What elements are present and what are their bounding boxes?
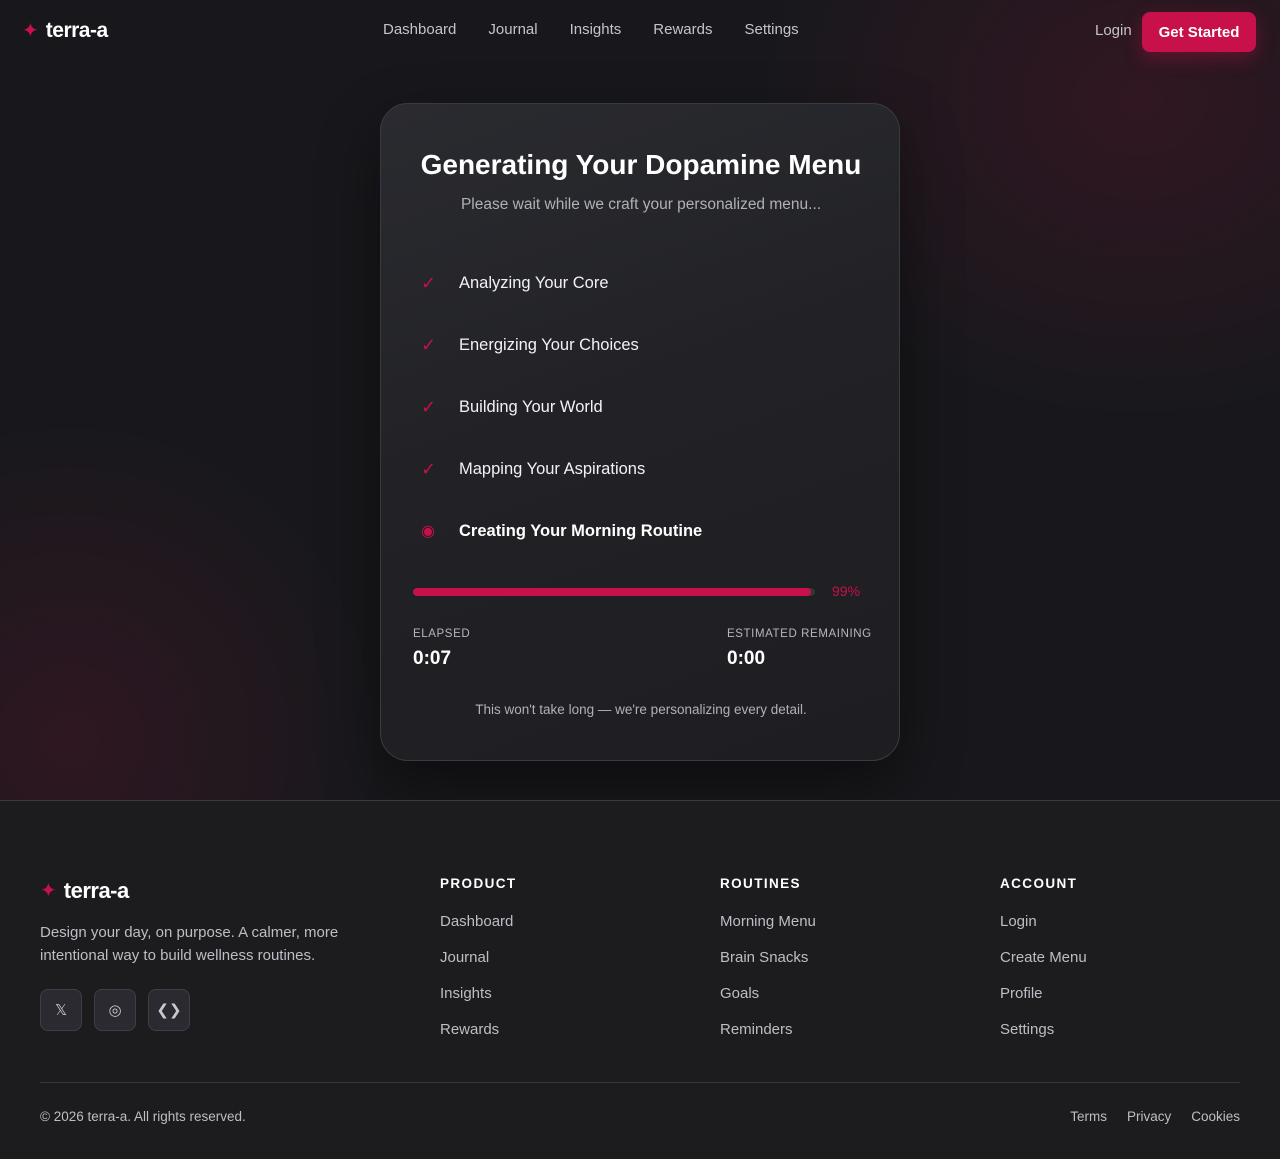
nav-link-dashboard[interactable]: Dashboard: [383, 21, 456, 38]
login-link[interactable]: Login: [1095, 22, 1132, 39]
step-label-current: Creating Your Morning Routine: [459, 521, 703, 540]
footer-link-goals[interactable]: Goals: [720, 985, 816, 1021]
step-label: Building Your World: [459, 397, 603, 416]
footer-link-reminders[interactable]: Reminders: [720, 1021, 816, 1057]
elapsed-label: ELAPSED: [413, 628, 471, 640]
step-item: ✓ Mapping Your Aspirations: [421, 438, 861, 500]
footer-brand-logo[interactable]: ✦ terra-a: [40, 878, 129, 904]
copyright-text: © 2026 terra-a. All rights reserved.: [40, 1109, 246, 1124]
footer-column-product: PRODUCT Dashboard Journal Insights Rewar…: [440, 876, 517, 1057]
footer-link-insights[interactable]: Insights: [440, 985, 517, 1021]
code-icon[interactable]: ❮❯: [148, 989, 190, 1031]
footer-column-account: ACCOUNT Login Create Menu Profile Settin…: [1000, 876, 1087, 1057]
progress-bar-fill: [413, 588, 811, 596]
step-item: ✓ Building Your World: [421, 376, 861, 438]
hero-section: ✦ terra-a Dashboard Journal Insights Rew…: [0, 0, 1280, 800]
steps-list: ✓ Analyzing Your Core ✓ Energizing Your …: [421, 252, 861, 562]
card-subtitle: Please wait while we craft your personal…: [460, 196, 822, 213]
checkmark-icon: ✓: [421, 396, 437, 417]
get-started-button[interactable]: Get Started: [1142, 12, 1256, 52]
footer-heading: ACCOUNT: [1000, 876, 1078, 891]
remaining-value: 0:00: [727, 648, 766, 669]
step-label: Energizing Your Choices: [459, 335, 639, 354]
nav-link-journal[interactable]: Journal: [488, 21, 537, 38]
top-navbar: ✦ terra-a Dashboard Journal Insights Rew…: [0, 0, 1280, 62]
card-footnote: This won't take long — we're personalizi…: [475, 702, 807, 717]
step-label: Mapping Your Aspirations: [459, 459, 646, 478]
main-nav: Dashboard Journal Insights Rewards Setti…: [383, 21, 799, 38]
footer-link-dashboard[interactable]: Dashboard: [440, 913, 517, 949]
step-item-current: ◉ Creating Your Morning Routine: [421, 500, 861, 562]
footer-link-settings[interactable]: Settings: [1000, 1021, 1087, 1057]
footer-heading: ROUTINES: [720, 876, 801, 891]
footer-heading: PRODUCT: [440, 876, 517, 891]
checkmark-icon: ✓: [421, 272, 437, 293]
progress-bar: [413, 588, 815, 596]
step-label: Analyzing Your Core: [459, 273, 609, 292]
footer-brand-name: terra-a: [63, 878, 129, 903]
in-progress-radio-icon: ◉: [421, 523, 435, 540]
terms-link[interactable]: Terms: [1070, 1109, 1107, 1124]
footer-column-routines: ROUTINES Morning Menu Brain Snacks Goals…: [720, 876, 816, 1057]
checkmark-icon: ✓: [421, 458, 437, 479]
remaining-label: ESTIMATED REMAINING: [727, 628, 872, 640]
sparkle-star-icon: ✦: [22, 20, 39, 42]
brand-name: terra-a: [45, 19, 108, 42]
footer-link-journal[interactable]: Journal: [440, 949, 517, 985]
instagram-icon[interactable]: ◎: [94, 989, 136, 1031]
site-footer: ✦ terra-a Design your day, on purpose. A…: [0, 800, 1280, 1159]
step-item: ✓ Energizing Your Choices: [421, 314, 861, 376]
footer-link-create-menu[interactable]: Create Menu: [1000, 949, 1087, 985]
x-twitter-icon[interactable]: 𝕏: [40, 989, 82, 1031]
legal-links: Terms Privacy Cookies: [1070, 1109, 1240, 1124]
footer-link-brain-snacks[interactable]: Brain Snacks: [720, 949, 816, 985]
generation-progress-card: Generating Your Dopamine Menu Please wai…: [380, 103, 900, 761]
footer-divider: [40, 1082, 1240, 1083]
elapsed-value: 0:07: [413, 648, 452, 669]
nav-link-settings[interactable]: Settings: [744, 21, 798, 38]
background-glow-bottom-left: [0, 420, 380, 800]
footer-link-login[interactable]: Login: [1000, 913, 1087, 949]
social-links: 𝕏 ◎ ❮❯: [40, 989, 190, 1031]
footer-link-morning-menu[interactable]: Morning Menu: [720, 913, 816, 949]
footer-link-rewards[interactable]: Rewards: [440, 1021, 517, 1057]
cookies-link[interactable]: Cookies: [1191, 1109, 1240, 1124]
checkmark-icon: ✓: [421, 334, 437, 355]
footer-link-profile[interactable]: Profile: [1000, 985, 1087, 1021]
sparkle-star-icon: ✦: [40, 880, 57, 902]
progress-percent: 99%: [832, 583, 861, 599]
brand-logo[interactable]: ✦ terra-a: [22, 19, 108, 43]
footer-tagline: Design your day, on purpose. A calmer, m…: [40, 924, 339, 964]
step-item: ✓ Analyzing Your Core: [421, 252, 861, 314]
card-title: Generating Your Dopamine Menu: [420, 149, 862, 180]
nav-link-rewards[interactable]: Rewards: [653, 21, 712, 38]
nav-link-insights[interactable]: Insights: [570, 21, 622, 38]
privacy-link[interactable]: Privacy: [1127, 1109, 1171, 1124]
